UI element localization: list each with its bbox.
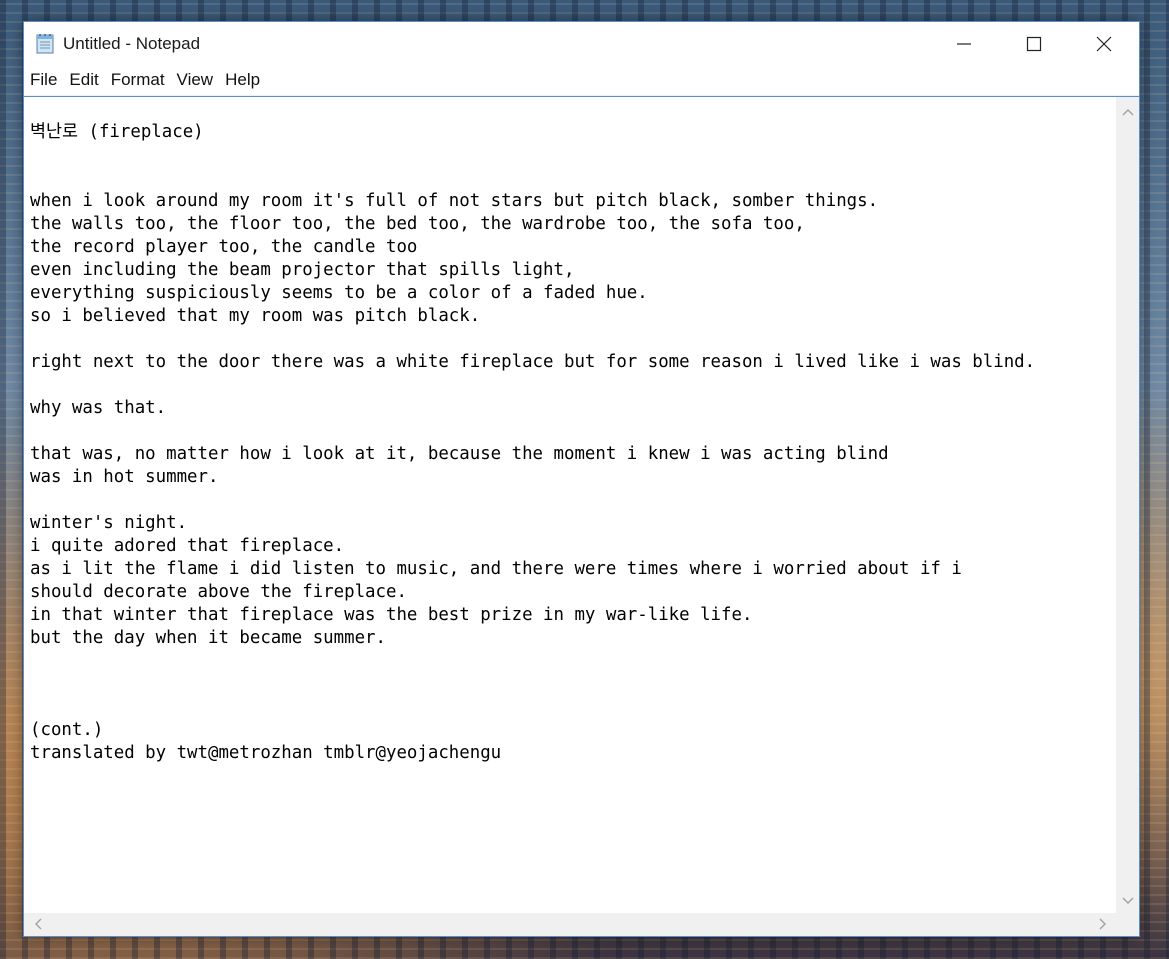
text-line: even including the beam projector that s…	[30, 260, 575, 280]
text-line: but the day when it became summer.	[30, 628, 386, 648]
text-line: when i look around my room it's full of …	[30, 191, 879, 211]
text-line: the walls too, the floor too, the bed to…	[30, 214, 805, 234]
text-line: translated by twt@metrozhan tmblr@yeojac…	[30, 743, 502, 763]
chevron-left-icon	[34, 915, 42, 934]
text-line: the record player too, the candle too	[30, 237, 418, 257]
text-line: winter's night.	[30, 513, 188, 533]
notepad-window: Untitled - Notepad File Edit Format View…	[23, 21, 1140, 937]
text-line: should decorate above the fireplace.	[30, 582, 407, 602]
minimize-button[interactable]	[929, 22, 999, 65]
caption-buttons	[929, 22, 1139, 65]
notepad-icon	[34, 33, 56, 55]
scroll-right-button[interactable]	[1091, 913, 1114, 936]
text-line: i quite adored that fireplace.	[30, 536, 345, 556]
text-line: (cont.)	[30, 720, 104, 740]
text-line: everything suspiciously seems to be a co…	[30, 283, 648, 303]
text-line: in that winter that fireplace was the be…	[30, 605, 753, 625]
scroll-left-button[interactable]	[26, 913, 49, 936]
scroll-up-button[interactable]	[1116, 99, 1139, 122]
menu-view[interactable]: View	[171, 66, 220, 94]
chevron-down-icon	[1122, 890, 1134, 909]
document-text: 벽난로 (fireplace) when i look around my ro…	[30, 121, 1116, 765]
chevron-right-icon	[1099, 915, 1107, 934]
editor: 벽난로 (fireplace) when i look around my ro…	[24, 96, 1139, 936]
maximize-icon	[1026, 36, 1042, 52]
text-editor-area[interactable]: 벽난로 (fireplace) when i look around my ro…	[24, 97, 1116, 913]
title-bar[interactable]: Untitled - Notepad	[24, 22, 1139, 65]
menu-bar: File Edit Format View Help	[24, 65, 1139, 96]
scroll-down-button[interactable]	[1116, 888, 1139, 911]
text-line: that was, no matter how i look at it, be…	[30, 444, 889, 464]
chevron-up-icon	[1122, 101, 1134, 120]
text-line: right next to the door there was a white…	[30, 352, 1036, 372]
menu-file[interactable]: File	[24, 66, 63, 94]
scrollbar-corner	[1116, 913, 1139, 936]
text-line: was in hot summer.	[30, 467, 219, 487]
close-icon	[1096, 36, 1112, 52]
vertical-scrollbar[interactable]	[1116, 97, 1139, 913]
window-title: Untitled - Notepad	[63, 33, 201, 53]
maximize-button[interactable]	[999, 22, 1069, 65]
close-button[interactable]	[1069, 22, 1139, 65]
minimize-icon	[956, 36, 972, 52]
menu-help[interactable]: Help	[219, 66, 266, 94]
text-line: 벽난로 (fireplace)	[30, 122, 204, 142]
menu-edit[interactable]: Edit	[63, 66, 104, 94]
horizontal-scrollbar[interactable]	[24, 913, 1116, 936]
text-line: as i lit the flame i did listen to music…	[30, 559, 962, 579]
text-line: so i believed that my room was pitch bla…	[30, 306, 481, 326]
menu-format[interactable]: Format	[105, 66, 171, 94]
text-line: why was that.	[30, 398, 167, 418]
